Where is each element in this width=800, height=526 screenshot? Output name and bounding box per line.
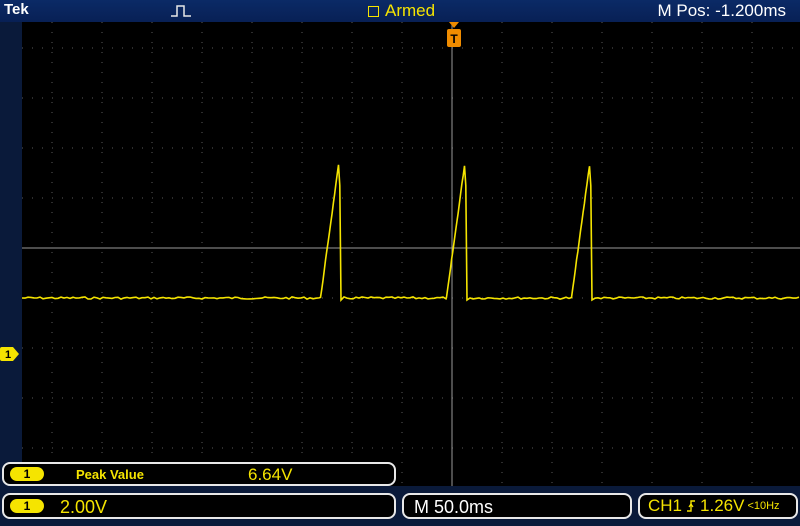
channel-badge: 1: [10, 499, 44, 513]
measurement-label: Peak Value: [76, 467, 144, 482]
measurement-channel-badge: 1: [10, 467, 44, 481]
status-box-icon: [368, 5, 379, 17]
top-status-bar: Tek Armed M Pos: -1.200ms: [0, 0, 800, 22]
pulse-icon: [171, 5, 191, 17]
brand-label: Tek: [4, 1, 29, 18]
graticule: [22, 22, 800, 486]
trigger-frequency: <10Hz: [747, 500, 780, 512]
measurement-readout[interactable]: 1 Peak Value 6.64V: [2, 462, 396, 486]
timebase-value: M 50.0ms: [414, 497, 494, 517]
oscilloscope-screen: Tek Armed M Pos: -1.200ms T 1 1 Peak Val…: [0, 0, 800, 526]
trigger-position-marker-icon[interactable]: T: [446, 22, 462, 48]
horizontal-position-readout: M Pos: -1.200ms: [657, 1, 787, 20]
acquisition-status: Armed: [368, 1, 435, 21]
status-text: Armed: [385, 1, 436, 20]
channel-1-waveform: [22, 164, 800, 302]
channel-1-ground-marker-icon[interactable]: 1: [0, 346, 20, 362]
channel-scale-readout[interactable]: 1 2.00V: [2, 493, 396, 519]
timebase-readout[interactable]: M 50.0ms: [402, 493, 632, 519]
trigger-readout[interactable]: CH1 1.26V <10Hz: [638, 493, 798, 519]
svg-text:T: T: [450, 32, 458, 46]
trigger-level: 1.26V: [700, 496, 745, 515]
rising-edge-icon: [687, 500, 696, 512]
bottom-settings-bar: 1 2.00V M 50.0ms CH1 1.26V <10Hz: [0, 490, 800, 526]
waveform-plot: [22, 22, 800, 486]
svg-text:1: 1: [5, 349, 11, 361]
channel-scale-value: 2.00V: [60, 497, 108, 517]
trigger-source: CH1: [648, 496, 683, 515]
measurement-value: 6.64V: [248, 465, 293, 484]
